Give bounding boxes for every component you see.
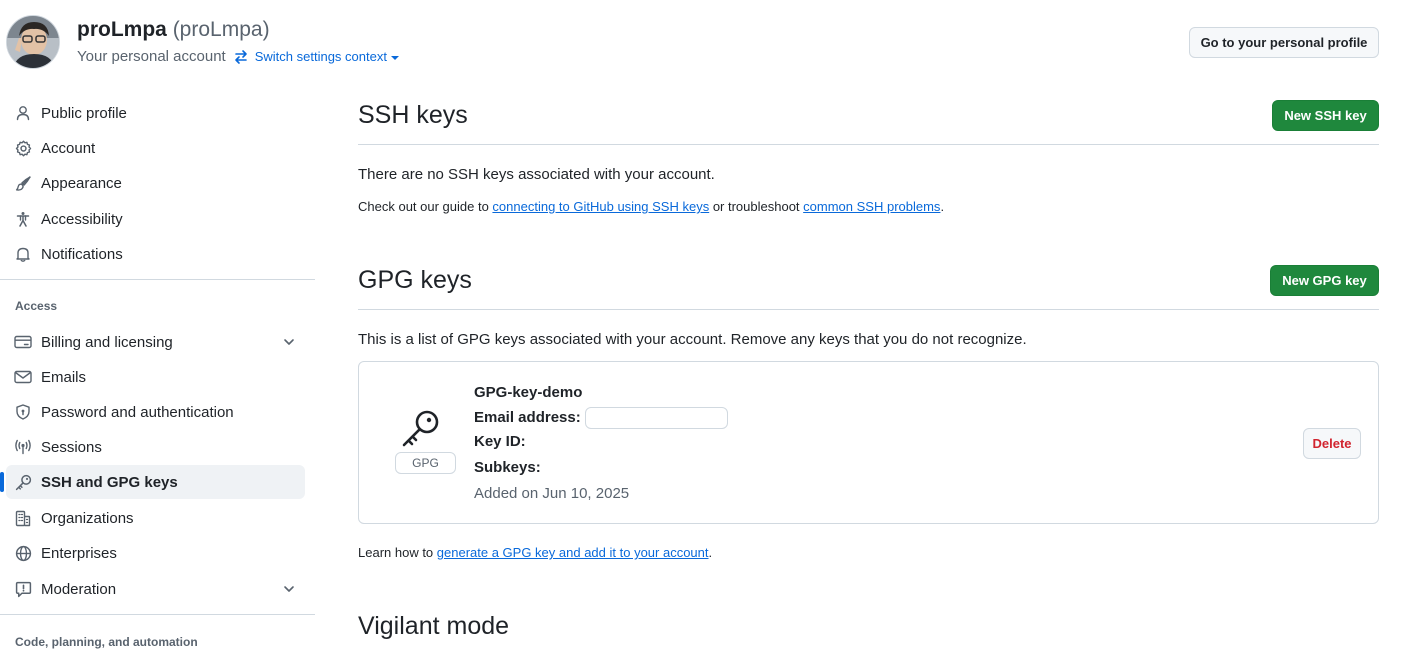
account-type-label: Your personal account	[77, 48, 226, 65]
sidebar-item-appearance[interactable]: Appearance	[6, 166, 305, 200]
sidebar-item-label: Password and authentication	[41, 403, 234, 421]
sidebar-item-label: Public profile	[41, 104, 127, 122]
sidebar-item-label: Organizations	[41, 509, 134, 527]
paintbrush-icon	[14, 174, 32, 192]
gpg-learn-prefix: Learn how to	[358, 545, 437, 560]
new-ssh-key-button[interactable]: New SSH key	[1272, 100, 1379, 131]
switch-context-label: Switch settings context	[254, 49, 387, 64]
subkeys-label: Subkeys:	[474, 459, 541, 476]
sidebar-item-sessions[interactable]: Sessions	[6, 430, 305, 464]
email-address-label: Email address:	[474, 408, 581, 426]
gpg-key-added-date: Added on Jun 10, 2025	[474, 485, 630, 502]
shield-lock-icon	[14, 403, 32, 421]
sidebar-item-label: Notifications	[41, 245, 123, 263]
mail-icon	[14, 368, 32, 386]
settings-sidebar: Public profile Account Appearance Access…	[0, 96, 315, 651]
report-icon	[14, 580, 32, 598]
sidebar-item-moderation[interactable]: Moderation	[6, 572, 305, 606]
gpg-key-name: GPG-key-demo	[474, 384, 582, 401]
accessibility-icon	[14, 210, 32, 228]
gpg-badge: GPG	[395, 452, 456, 474]
sidebar-divider	[0, 614, 315, 615]
sidebar-item-billing[interactable]: Billing and licensing	[6, 325, 305, 359]
sidebar-item-account[interactable]: Account	[6, 131, 305, 165]
user-name-line: proLmpa (proLmpa)	[77, 18, 270, 42]
gpg-key-entry: GPG GPG-key-demo Email address: Key ID: …	[358, 361, 1379, 524]
gpg-description: This is a list of GPG keys associated wi…	[358, 331, 1027, 348]
sidebar-item-label: Emails	[41, 368, 87, 386]
ssh-guide-suffix: .	[940, 199, 945, 214]
sidebar-item-accessibility[interactable]: Accessibility	[6, 202, 305, 236]
chevron-down-icon	[284, 586, 294, 592]
gpg-learn-text: Learn how to generate a GPG key and add …	[358, 545, 712, 560]
main-content: SSH keys New SSH key There are no SSH ke…	[358, 96, 1379, 651]
sidebar-item-label: Moderation	[41, 580, 117, 598]
sidebar-item-label: Enterprises	[41, 544, 117, 562]
display-name[interactable]: proLmpa	[77, 18, 167, 41]
gpg-subkeys-row: Subkeys:	[474, 459, 541, 476]
ssh-guide-text: Check out our guide to connecting to Git…	[358, 199, 944, 214]
gpg-key-name-text: GPG-key-demo	[474, 384, 583, 401]
generate-gpg-key-link[interactable]: generate a GPG key and add it to your ac…	[437, 545, 709, 560]
section-label-code-planning: Code, planning, and automation	[15, 635, 198, 649]
active-indicator	[0, 472, 4, 492]
sidebar-item-label: SSH and GPG keys	[41, 473, 178, 491]
gpg-learn-suffix: .	[708, 545, 713, 560]
email-address-value	[584, 407, 728, 429]
gpg-keys-heading: GPG keys	[358, 266, 472, 294]
sidebar-item-password[interactable]: Password and authentication	[6, 395, 305, 429]
caret-down-icon	[390, 55, 399, 60]
section-label-access: Access	[15, 299, 58, 313]
sidebar-item-ssh-gpg-keys[interactable]: SSH and GPG keys	[0, 465, 305, 499]
sidebar-item-label: Appearance	[41, 174, 122, 192]
ssh-guide-middle: or troubleshoot	[709, 199, 804, 214]
key-id-label: Key ID:	[474, 433, 526, 450]
settings-header: proLmpa (proLmpa) Your personal account …	[0, 0, 1401, 86]
key-icon	[402, 410, 439, 447]
ssh-keys-heading: SSH keys	[358, 101, 468, 129]
ssh-problems-link[interactable]: common SSH problems	[803, 199, 940, 214]
login-name: (proLmpa)	[172, 18, 270, 41]
credit-card-icon	[14, 333, 32, 351]
sidebar-item-enterprises[interactable]: Enterprises	[6, 536, 305, 570]
broadcast-icon	[14, 438, 32, 456]
go-to-profile-button[interactable]: Go to your personal profile	[1189, 27, 1379, 58]
bell-icon	[14, 245, 32, 263]
ssh-empty-message: There are no SSH keys associated with yo…	[358, 166, 715, 183]
sidebar-item-label: Accessibility	[41, 210, 123, 228]
chevron-down-icon	[284, 339, 294, 345]
gear-icon	[14, 139, 32, 157]
key-icon	[14, 473, 32, 491]
sidebar-item-organizations[interactable]: Organizations	[6, 501, 305, 535]
sidebar-item-label: Account	[41, 139, 96, 157]
gpg-key-email-row: Email address:	[474, 407, 728, 429]
arrow-switch-icon	[234, 49, 247, 64]
avatar-image	[7, 16, 59, 68]
ssh-guide-link[interactable]: connecting to GitHub using SSH keys	[492, 199, 709, 214]
globe-icon	[14, 544, 32, 562]
sidebar-item-notifications[interactable]: Notifications	[6, 237, 305, 271]
delete-gpg-key-button[interactable]: Delete	[1303, 428, 1361, 459]
ssh-heading-divider	[358, 144, 1379, 145]
sidebar-item-emails[interactable]: Emails	[6, 360, 305, 394]
person-icon	[14, 104, 32, 122]
gpg-heading-divider	[358, 309, 1379, 310]
sidebar-item-label: Billing and licensing	[41, 333, 173, 351]
gpg-key-id-row: Key ID:	[474, 433, 526, 450]
sidebar-divider	[0, 279, 315, 280]
sidebar-item-public-profile[interactable]: Public profile	[6, 96, 305, 130]
avatar[interactable]	[6, 15, 60, 69]
organization-icon	[14, 509, 32, 527]
ssh-guide-prefix: Check out our guide to	[358, 199, 493, 214]
sidebar-item-label: Sessions	[41, 438, 102, 456]
account-context-line: Your personal account Switch settings co…	[77, 48, 399, 65]
switch-settings-context-link[interactable]: Switch settings context	[255, 49, 399, 64]
new-gpg-key-button[interactable]: New GPG key	[1270, 265, 1379, 296]
vigilant-mode-heading: Vigilant mode	[358, 612, 510, 640]
